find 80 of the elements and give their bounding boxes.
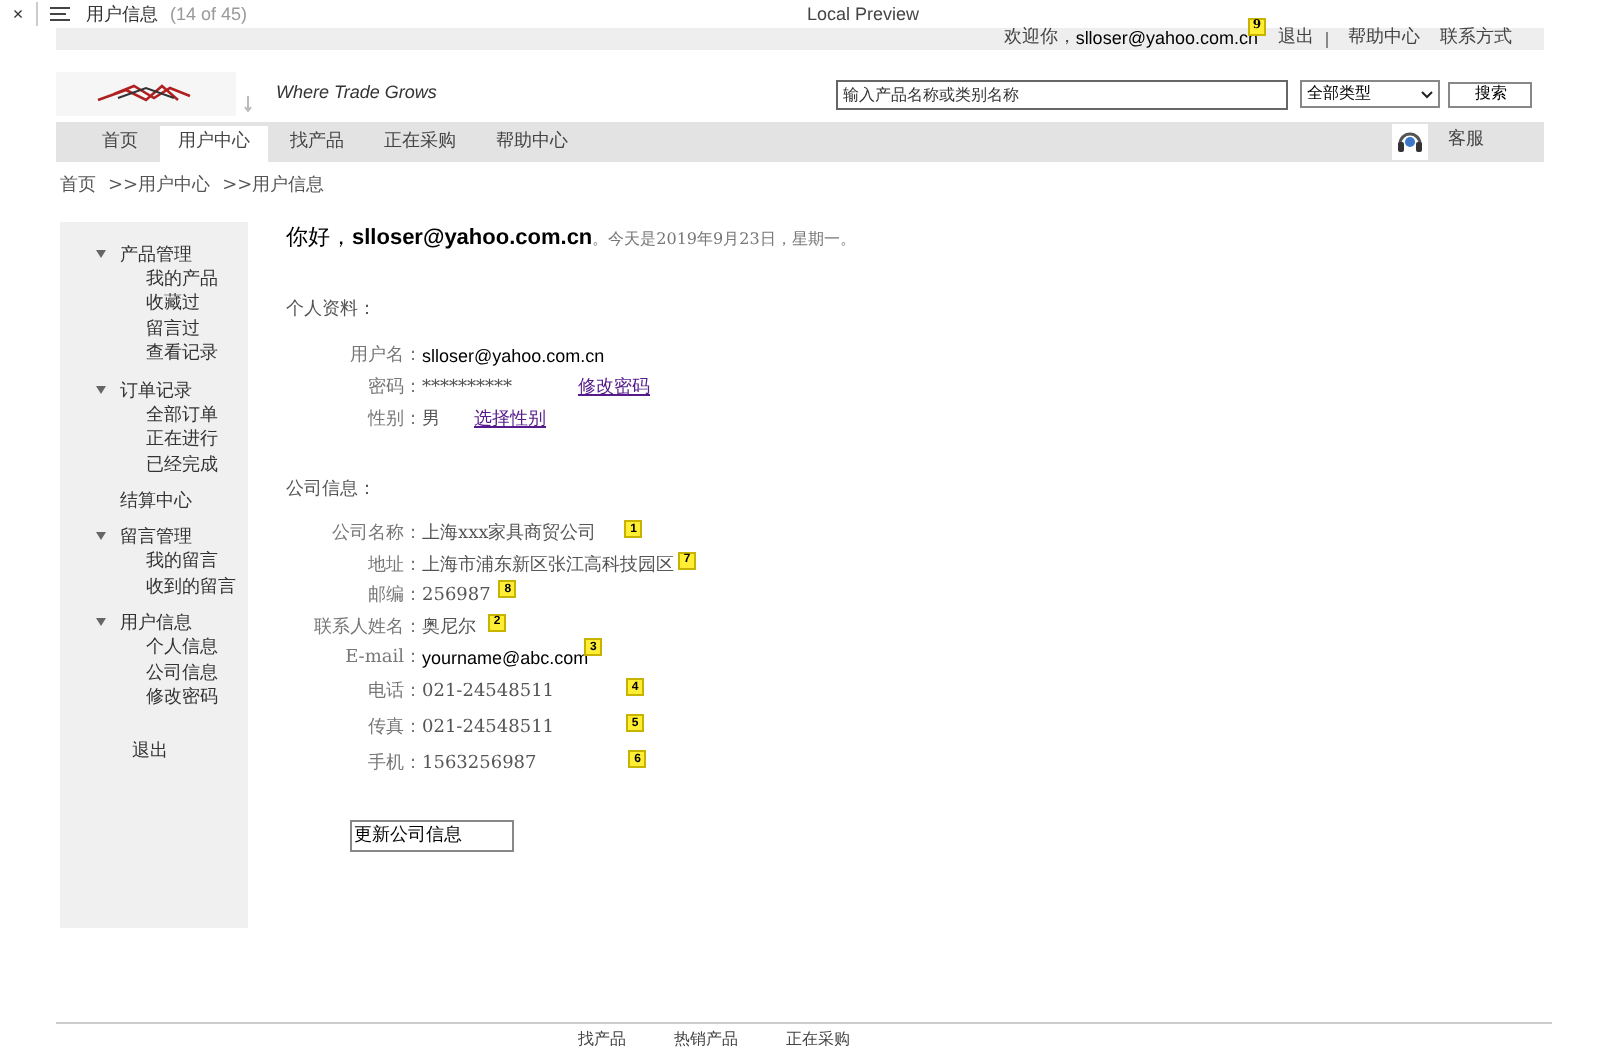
sidebar-item[interactable]: 正在进行 [60, 426, 248, 451]
preview-count: (14 of 45) [170, 1, 248, 25]
preview-label: Local Preview [807, 1, 920, 25]
field-value: 上海xxx家具商贸公司 [422, 522, 597, 548]
field-label: 密码： [366, 375, 422, 402]
field-value: 奥尼尔 [422, 615, 476, 641]
expand-icon[interactable] [96, 618, 106, 626]
field-value: slloser@yahoo.com.cn [422, 343, 605, 370]
nav-tab[interactable]: 用户中心 [160, 126, 268, 162]
arrow-icon [244, 96, 252, 112]
sidebar-item[interactable]: 留言过 [60, 315, 248, 340]
field-value: 上海市浦东新区张江高科技园区 [422, 553, 674, 579]
field-label: 传真： [366, 715, 422, 742]
sidebar-item[interactable]: 个人信息 [60, 634, 248, 659]
field-label: 用户名： [348, 343, 422, 370]
nav-tab[interactable]: 帮助中心 [478, 126, 586, 162]
headset-icon[interactable] [1392, 124, 1428, 160]
breadcrumb-link[interactable]: >>用户信息 [222, 174, 325, 201]
greeting-text: 你好， [286, 221, 352, 253]
sidebar-item[interactable]: 全部订单 [60, 401, 248, 426]
sidebar-item[interactable]: 我的产品 [60, 265, 248, 290]
expand-icon[interactable] [96, 249, 106, 257]
header-link[interactable]: 退出 [1278, 25, 1314, 53]
field-label: 电话： [366, 679, 422, 706]
sidebar-item[interactable]: 公司信息 [60, 659, 248, 684]
field-label: 联系人姓名： [312, 615, 422, 641]
field-label: E-mail： [343, 646, 422, 672]
date-text: 。今天是2019年9月23日，星期一。 [592, 227, 856, 251]
greeting-user: slloser@yahoo.com.cn [352, 223, 593, 253]
field-value: 021-24548511 [422, 715, 555, 742]
field-label: 地址： [366, 553, 422, 579]
sidebar-item[interactable]: 已经完成 [60, 451, 248, 476]
welcome-text: 欢迎你， [1003, 25, 1076, 52]
close-button[interactable]: × [0, 1, 36, 25]
field-label: 性别： [365, 407, 422, 434]
slogan: Where Trade Grows [276, 80, 437, 107]
sidebar-group[interactable]: 产品管理 [120, 241, 192, 265]
header-link[interactable]: 联系方式 [1440, 25, 1512, 53]
logout-link[interactable]: 退出 [60, 737, 248, 764]
field-label: 公司名称： [330, 522, 422, 548]
sidebar-item[interactable]: 查看记录 [60, 340, 248, 365]
service-label[interactable]: 客服 [1448, 128, 1484, 156]
search-field[interactable]: 输入产品名称或类别名称 [836, 79, 1289, 109]
breadcrumb-link[interactable]: >>用户中心 [108, 174, 211, 201]
expand-icon[interactable] [96, 385, 106, 393]
sidebar-group[interactable]: 用户信息 [120, 610, 192, 634]
update-button[interactable]: 更新公司信息 [350, 819, 514, 851]
field-value: 男 [422, 407, 442, 434]
nav-tab[interactable]: 正在采购 [366, 126, 474, 162]
header-link[interactable]: 帮助中心 [1348, 25, 1420, 53]
footer-link[interactable]: 热销产品 [674, 1028, 738, 1052]
sidebar-group[interactable]: 结算中心 [120, 488, 192, 512]
menu-icon[interactable] [50, 5, 70, 21]
nav-tab[interactable]: 找产品 [272, 126, 362, 162]
sidebar-item[interactable]: 修改密码 [60, 684, 248, 709]
field-value: ********** [422, 375, 514, 402]
search-button[interactable]: 搜索 [1448, 81, 1533, 107]
sidebar-item[interactable]: 收藏过 [60, 290, 248, 315]
sidebar-group[interactable]: 留言管理 [120, 524, 192, 548]
field-value: 256987 [422, 584, 491, 610]
sidebar-item[interactable]: 我的留言 [60, 548, 248, 573]
footer-link[interactable]: 找产品 [578, 1028, 626, 1052]
field-label: 手机： [366, 751, 422, 778]
field-label: 邮编： [366, 584, 422, 610]
preview-title: 用户信息 [86, 1, 158, 25]
field-value: 1563256987 [422, 751, 537, 778]
sidebar-item[interactable]: 收到的留言 [60, 573, 248, 598]
category-select[interactable]: 全部类型 [1300, 80, 1441, 108]
field-link[interactable]: 修改密码 [578, 375, 650, 403]
expand-icon[interactable] [96, 532, 106, 540]
chevron-down-icon [1420, 89, 1435, 99]
section-title: 公司信息： [286, 477, 378, 503]
breadcrumb-link[interactable]: 首页 [60, 174, 96, 201]
footer-link[interactable]: 正在采购 [786, 1028, 850, 1052]
section-title: 个人资料： [286, 298, 378, 324]
field-value: yourname@abc.com [422, 646, 589, 672]
sidebar-group[interactable]: 订单记录 [120, 377, 192, 401]
nav-tab[interactable]: 首页 [84, 126, 156, 162]
field-link[interactable]: 选择性别 [474, 407, 546, 435]
field-value: 021-24548511 [422, 679, 555, 706]
